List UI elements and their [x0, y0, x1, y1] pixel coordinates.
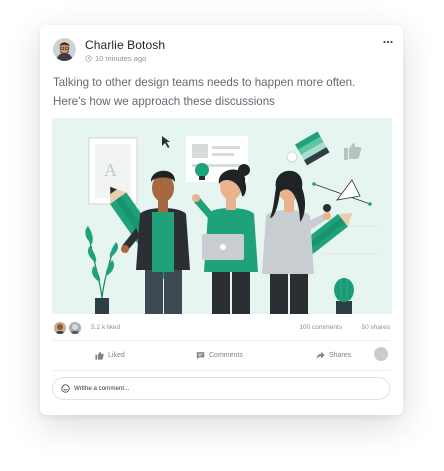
comment-input[interactable]	[74, 385, 374, 392]
divider	[53, 370, 390, 371]
clock-icon	[85, 55, 92, 62]
share-label: Shares	[329, 351, 352, 359]
post-actions: Liked Comments Shares	[53, 344, 390, 366]
share-arrow-icon	[316, 351, 325, 359]
author-avatar[interactable]	[53, 38, 76, 61]
more-options-icon[interactable]	[383, 33, 393, 47]
post-text: Talking to other design teams needs to h…	[53, 76, 356, 108]
like-label: Liked	[108, 351, 125, 359]
share-button[interactable]: Shares	[316, 344, 351, 366]
liker-avatar[interactable]	[53, 321, 67, 335]
comment-icon	[196, 351, 205, 359]
comment-button[interactable]: Comments	[196, 344, 243, 366]
author-name[interactable]: Charlie Botosh	[85, 38, 165, 52]
like-button[interactable]: Liked	[95, 344, 125, 366]
shares-count[interactable]: 50 shares	[361, 324, 390, 331]
post-card: Charlie Botosh 10 minutes ago Talking to…	[40, 25, 403, 415]
post-timestamp: 10 minutes ago	[95, 54, 147, 63]
liker-avatar[interactable]	[68, 321, 82, 335]
likes-count[interactable]: 5.2 k liked	[91, 324, 120, 331]
comment-label: Comments	[209, 351, 243, 359]
thumbs-up-icon	[95, 351, 104, 360]
emoji-icon[interactable]	[61, 384, 70, 393]
current-user-avatar[interactable]	[374, 347, 388, 361]
comment-box[interactable]	[52, 377, 390, 400]
post-meta: 10 minutes ago	[85, 54, 146, 63]
team-discussion-illustration: A	[85, 131, 380, 314]
comments-count[interactable]: 100 comments	[299, 324, 342, 331]
divider	[53, 340, 390, 341]
engagement-stats: 5.2 k liked 100 comments 50 shares	[53, 321, 390, 335]
post-image[interactable]: A	[52, 118, 392, 314]
svg-text:A: A	[104, 160, 117, 180]
